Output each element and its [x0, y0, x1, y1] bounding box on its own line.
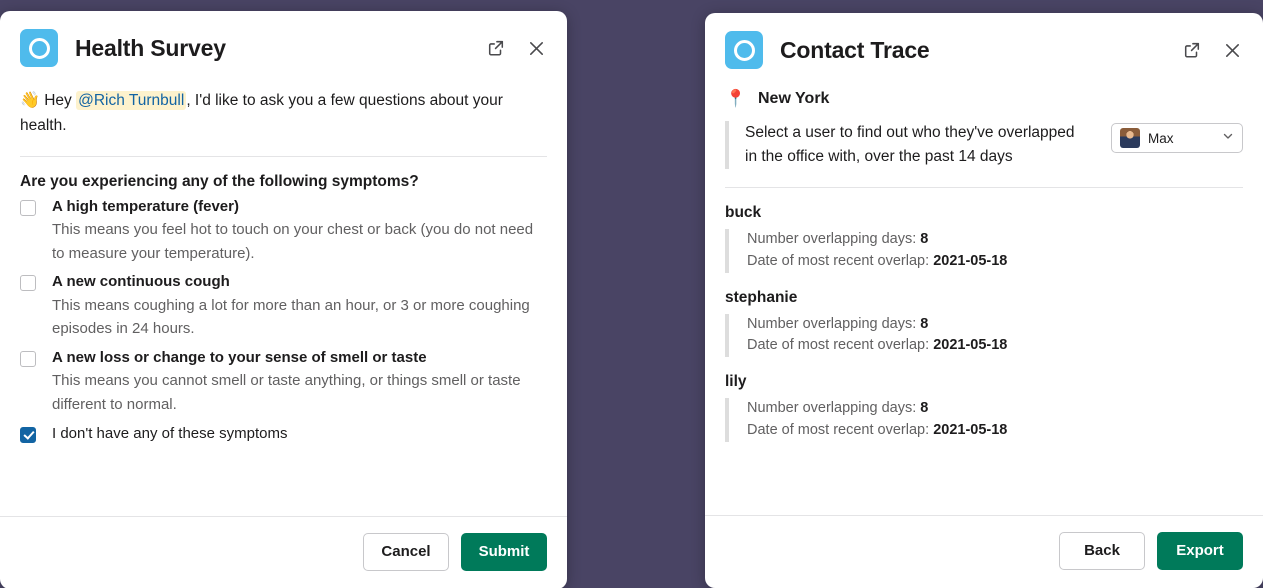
circle-ring-logo-icon — [20, 29, 58, 67]
health-survey-dialog: Health Survey 👋 Hey @Rich Turnbull, I'd … — [0, 11, 567, 588]
symptom-texts: A high temperature (fever) This means yo… — [52, 197, 547, 266]
export-button[interactable]: Export — [1157, 532, 1243, 570]
symptom-checkbox-smell-taste[interactable] — [20, 351, 36, 368]
recent-overlap-value: 2021-05-18 — [933, 337, 1008, 354]
recent-overlap-label: Date of most recent overlap: — [747, 421, 930, 438]
symptom-label: A new continuous cough — [52, 273, 230, 291]
close-icon[interactable] — [525, 37, 547, 59]
map-pin-icon: 📍 — [725, 89, 747, 108]
symptom-checkbox-none[interactable] — [20, 426, 36, 443]
intro-before-mention: Hey — [39, 92, 77, 109]
chevron-down-icon — [1222, 129, 1234, 147]
contact-trace-header: Contact Trace — [705, 13, 1263, 77]
location-row: 📍 New York — [725, 77, 1243, 113]
overlap-days-line: Number overlapping days: 8 — [747, 229, 1243, 251]
contact-name: stephanie — [725, 288, 798, 306]
overlap-days-label: Number overlapping days: — [747, 400, 917, 417]
symptom-item-none[interactable]: I don't have any of these symptoms — [20, 424, 547, 444]
submit-button[interactable]: Submit — [461, 533, 547, 571]
symptoms-question: Are you experiencing any of the followin… — [20, 172, 419, 190]
external-link-icon[interactable] — [485, 37, 507, 59]
overlap-days-label: Number overlapping days: — [747, 315, 917, 332]
overlap-days-value: 8 — [920, 231, 929, 248]
symptom-texts: A new loss or change to your sense of sm… — [52, 348, 547, 417]
health-survey-body: 👋 Hey @Rich Turnbull, I'd like to ask yo… — [0, 75, 567, 516]
symptom-item-cough[interactable]: A new continuous cough This means coughi… — [20, 272, 547, 341]
symptom-description: This means you cannot smell or taste any… — [52, 372, 521, 413]
contact-details: Number overlapping days: 8 Date of most … — [725, 313, 1243, 358]
circle-ring-logo-icon — [725, 31, 763, 69]
symptom-texts: I don't have any of these symptoms — [52, 424, 547, 444]
recent-overlap-label: Date of most recent overlap: — [747, 252, 930, 269]
contact-trace-body: 📍 New York Select a user to find out who… — [705, 77, 1263, 515]
external-link-icon[interactable] — [1181, 39, 1203, 61]
close-icon[interactable] — [1221, 39, 1243, 61]
user-select-block: Select a user to find out who they've ov… — [725, 113, 1243, 170]
user-avatar-icon — [1120, 128, 1140, 148]
health-survey-header: Health Survey — [0, 11, 567, 75]
logo-ring-shape — [733, 39, 755, 61]
contact-details: Number overlapping days: 8 Date of most … — [725, 398, 1243, 442]
overlap-days-value: 8 — [920, 400, 929, 417]
symptom-checkbox-cough[interactable] — [20, 275, 36, 292]
location-name: New York — [758, 90, 830, 107]
contact-name: lily — [725, 373, 747, 391]
recent-overlap-line: Date of most recent overlap: 2021-05-18 — [747, 251, 1243, 273]
overlap-days-label: Number overlapping days: — [747, 231, 917, 248]
contact-name: buck — [725, 204, 762, 222]
page-title: Health Survey — [75, 34, 226, 61]
recent-overlap-line: Date of most recent overlap: 2021-05-18 — [747, 335, 1243, 357]
recent-overlap-label: Date of most recent overlap: — [747, 337, 930, 354]
recent-overlap-value: 2021-05-18 — [933, 421, 1008, 438]
waving-hand-icon: 👋 — [20, 92, 40, 109]
user-select-value: Max — [1148, 130, 1174, 146]
health-survey-footer: Cancel Submit — [0, 516, 567, 588]
symptom-label: I don't have any of these symptoms — [52, 424, 288, 442]
contact-trace-dialog: Contact Trace 📍 New York Select a user t… — [705, 13, 1263, 588]
header-actions — [485, 37, 547, 59]
contact-result-row: stephanie Number overlapping days: 8 Dat… — [725, 273, 1243, 358]
symptom-label: A new loss or change to your sense of sm… — [52, 349, 427, 367]
symptom-label: A high temperature (fever) — [52, 197, 239, 215]
user-mention[interactable]: @Rich Turnbull — [76, 91, 187, 110]
overlap-days-value: 8 — [920, 315, 929, 332]
symptom-item-smell-taste[interactable]: A new loss or change to your sense of sm… — [20, 348, 547, 417]
user-select-dropdown[interactable]: Max — [1111, 123, 1243, 153]
select-prompt-text: Select a user to find out who they've ov… — [745, 124, 1075, 166]
contact-result-row: lily Number overlapping days: 8 Date of … — [725, 357, 1243, 442]
back-button[interactable]: Back — [1059, 532, 1145, 570]
intro-message: 👋 Hey @Rich Turnbull, I'd like to ask yo… — [20, 75, 532, 142]
contact-details: Number overlapping days: 8 Date of most … — [725, 229, 1243, 273]
contact-trace-footer: Back Export — [705, 515, 1263, 588]
overlap-days-line: Number overlapping days: 8 — [747, 314, 1243, 336]
logo-ring-shape — [28, 37, 50, 59]
recent-overlap-line: Date of most recent overlap: 2021-05-18 — [747, 420, 1243, 442]
symptom-item-fever[interactable]: A high temperature (fever) This means yo… — [20, 197, 547, 266]
overlap-days-line: Number overlapping days: 8 — [747, 398, 1243, 420]
recent-overlap-value: 2021-05-18 — [933, 252, 1008, 269]
cancel-button[interactable]: Cancel — [363, 533, 449, 571]
symptom-texts: A new continuous cough This means coughi… — [52, 272, 547, 341]
contact-result-row: buck Number overlapping days: 8 Date of … — [725, 188, 1243, 273]
symptom-description: This means you feel hot to touch on your… — [52, 221, 534, 262]
select-prompt-quote: Select a user to find out who they've ov… — [725, 121, 1095, 170]
page-title: Contact Trace — [780, 36, 930, 63]
symptom-description: This means coughing a lot for more than … — [52, 296, 530, 338]
symptom-checkbox-fever[interactable] — [20, 199, 36, 216]
header-actions — [1181, 39, 1243, 61]
